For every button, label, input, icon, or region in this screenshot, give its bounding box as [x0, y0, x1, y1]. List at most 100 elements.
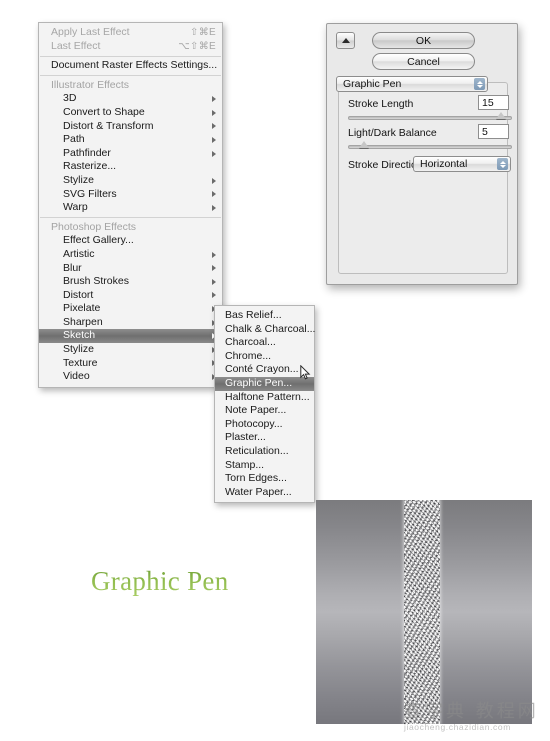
menu-item-label: Brush Strokes: [63, 275, 129, 288]
menu-item-label: Reticulation...: [225, 444, 289, 457]
menu-item-label: Stylize: [63, 173, 94, 186]
chevron-right-icon: [212, 123, 216, 130]
menu-item-warp[interactable]: Warp: [39, 201, 222, 215]
submenu-item-graphic-pen[interactable]: Graphic Pen...: [215, 376, 314, 391]
menu-item-stylize[interactable]: Stylize: [39, 343, 222, 357]
submenu-item-plaster[interactable]: Plaster...: [215, 431, 314, 445]
menu-separator: [40, 55, 221, 57]
submenu-item-chrome[interactable]: Chrome...: [215, 350, 314, 364]
menu-item-label: Sketch: [63, 329, 96, 342]
menu-item-pixelate[interactable]: Pixelate: [39, 302, 222, 316]
menu-item-brush-strokes[interactable]: Brush Strokes: [39, 275, 222, 289]
chevron-right-icon: [212, 136, 216, 143]
light-dark-balance-value[interactable]: 5: [478, 124, 509, 139]
menu-item-label: Rasterize...: [63, 160, 117, 173]
ok-button-label: OK: [415, 34, 432, 47]
stroke-direction-select[interactable]: Horizontal: [413, 156, 511, 172]
watermark-url: jiaocheng.chazidian.com: [404, 722, 511, 732]
chevron-updown-icon[interactable]: [497, 158, 508, 170]
chevron-right-icon: [212, 204, 216, 211]
submenu-item-note-paper[interactable]: Note Paper...: [215, 404, 314, 418]
menu-item-label: Document Raster Effects Settings...: [51, 59, 218, 72]
submenu-item-reticulation[interactable]: Reticulation...: [215, 445, 314, 459]
preview-noise-stripe: [404, 500, 440, 724]
menu-item-svg-filters[interactable]: SVG Filters: [39, 188, 222, 202]
menu-item-3d[interactable]: 3D: [39, 92, 222, 106]
chevron-right-icon: [212, 251, 216, 258]
menu-item-blur[interactable]: Blur: [39, 262, 222, 276]
submenu-item-bas-relief[interactable]: Bas Relief...: [215, 309, 314, 323]
light-dark-balance-slider-track[interactable]: [348, 145, 512, 149]
menu-item-label: Stylize: [63, 343, 94, 356]
menu-item-label: Blur: [63, 261, 82, 274]
menu-item-stylize[interactable]: Stylize: [39, 174, 222, 188]
menu-item-distort[interactable]: Distort: [39, 289, 222, 303]
menu-item-sharpen[interactable]: Sharpen: [39, 316, 222, 330]
menu-item-label: Path: [63, 133, 85, 146]
preview-caption: Graphic Pen: [91, 566, 229, 596]
menu-item-rasterize[interactable]: Rasterize...: [39, 160, 222, 174]
menu-item-illustrator-effects: Illustrator Effects: [39, 79, 222, 93]
menu-item-label: Halftone Pattern...: [225, 390, 310, 403]
menu-item-label: Artistic: [63, 247, 95, 260]
menu-item-pathfinder[interactable]: Pathfinder: [39, 147, 222, 161]
menu-item-video[interactable]: Video: [39, 370, 222, 384]
light-dark-balance-slider-thumb[interactable]: [358, 141, 369, 148]
submenu-item-water-paper[interactable]: Water Paper...: [215, 486, 314, 500]
submenu-item-chalk-charcoal[interactable]: Chalk & Charcoal...: [215, 322, 316, 337]
menu-item-label: Apply Last Effect: [51, 26, 130, 38]
menu-item-label: Pixelate: [63, 302, 101, 315]
menu-item-label: Conté Crayon...: [225, 363, 299, 376]
menu-item-sketch[interactable]: Sketch: [39, 329, 222, 344]
menu-item-label: Note Paper...: [225, 404, 287, 417]
submenu-item-charcoal[interactable]: Charcoal...: [215, 336, 314, 350]
stroke-length-slider-track[interactable]: [348, 116, 512, 120]
graphic-pen-dialog: OK Cancel: [326, 23, 518, 285]
submenu-item-halftone-pattern[interactable]: Halftone Pattern...: [215, 391, 314, 405]
menu-separator: [40, 217, 221, 219]
sketch-submenu[interactable]: Bas Relief... Chalk & Charcoal... Charcoal…: [214, 305, 316, 504]
menu-item-label: Pathfinder: [63, 146, 111, 159]
submenu-item-torn-edges[interactable]: Torn Edges...: [215, 472, 314, 486]
menu-item-label: Effect Gallery...: [63, 234, 134, 247]
menu-item-distort-transform[interactable]: Distort & Transform: [39, 120, 222, 134]
menu-item-last-effect: Last Effect ⌥⇧⌘E: [39, 40, 222, 54]
menu-item-label: Stamp...: [225, 458, 265, 471]
cancel-button[interactable]: Cancel: [372, 53, 475, 70]
stroke-length-slider-thumb[interactable]: [495, 112, 506, 119]
watermark: 查字典 教程网 jiaocheng.chazidian.com: [404, 702, 544, 738]
submenu-item-photocopy[interactable]: Photocopy...: [215, 418, 314, 432]
stroke-length-value[interactable]: 15: [478, 95, 509, 110]
menu-item-document-raster-effects-settings[interactable]: Document Raster Effects Settings...: [39, 59, 222, 73]
effect-select[interactable]: Graphic Pen: [336, 76, 488, 92]
submenu-item-cont-crayon[interactable]: Conté Crayon...: [215, 363, 314, 377]
cancel-button-label: Cancel: [407, 55, 440, 68]
chevron-updown-icon[interactable]: [474, 78, 485, 90]
menu-item-artistic[interactable]: Artistic: [39, 248, 222, 262]
stroke-length-label: Stroke Length: [348, 98, 414, 110]
menu-item-label: Warp: [63, 201, 88, 214]
menu-item-label: Chalk & Charcoal...: [225, 322, 316, 335]
menu-item-convert-to-shape[interactable]: Convert to Shape: [39, 106, 222, 120]
menu-item-label: Sharpen: [63, 315, 103, 328]
chevron-right-icon: [212, 265, 216, 272]
menu-separator: [40, 75, 221, 77]
collapse-panel-button[interactable]: [336, 32, 355, 49]
menu-item-path[interactable]: Path: [39, 133, 222, 147]
menu-item-label: Photocopy...: [225, 417, 283, 430]
effect-menu[interactable]: Apply Last Effect ⇧⌘E Last Effect ⌥⇧⌘E Docum…: [38, 22, 223, 388]
chevron-right-icon: [212, 96, 216, 103]
menu-item-texture[interactable]: Texture: [39, 357, 222, 371]
menu-item-label: Plaster...: [225, 431, 266, 444]
ok-button[interactable]: OK: [372, 32, 475, 49]
stroke-direction-value: Horizontal: [420, 158, 468, 170]
light-dark-balance-label: Light/Dark Balance: [348, 127, 437, 139]
menu-item-label: Distort & Transform: [63, 119, 154, 132]
menu-item-effect-gallery[interactable]: Effect Gallery...: [39, 234, 222, 248]
chevron-right-icon: [212, 191, 216, 198]
menu-item-label: Chrome...: [225, 349, 272, 362]
chevron-right-icon: [212, 278, 216, 285]
menu-item-photoshop-effects: Photoshop Effects: [39, 221, 222, 235]
submenu-item-stamp[interactable]: Stamp...: [215, 459, 314, 473]
menu-item-label: Convert to Shape: [63, 105, 145, 118]
